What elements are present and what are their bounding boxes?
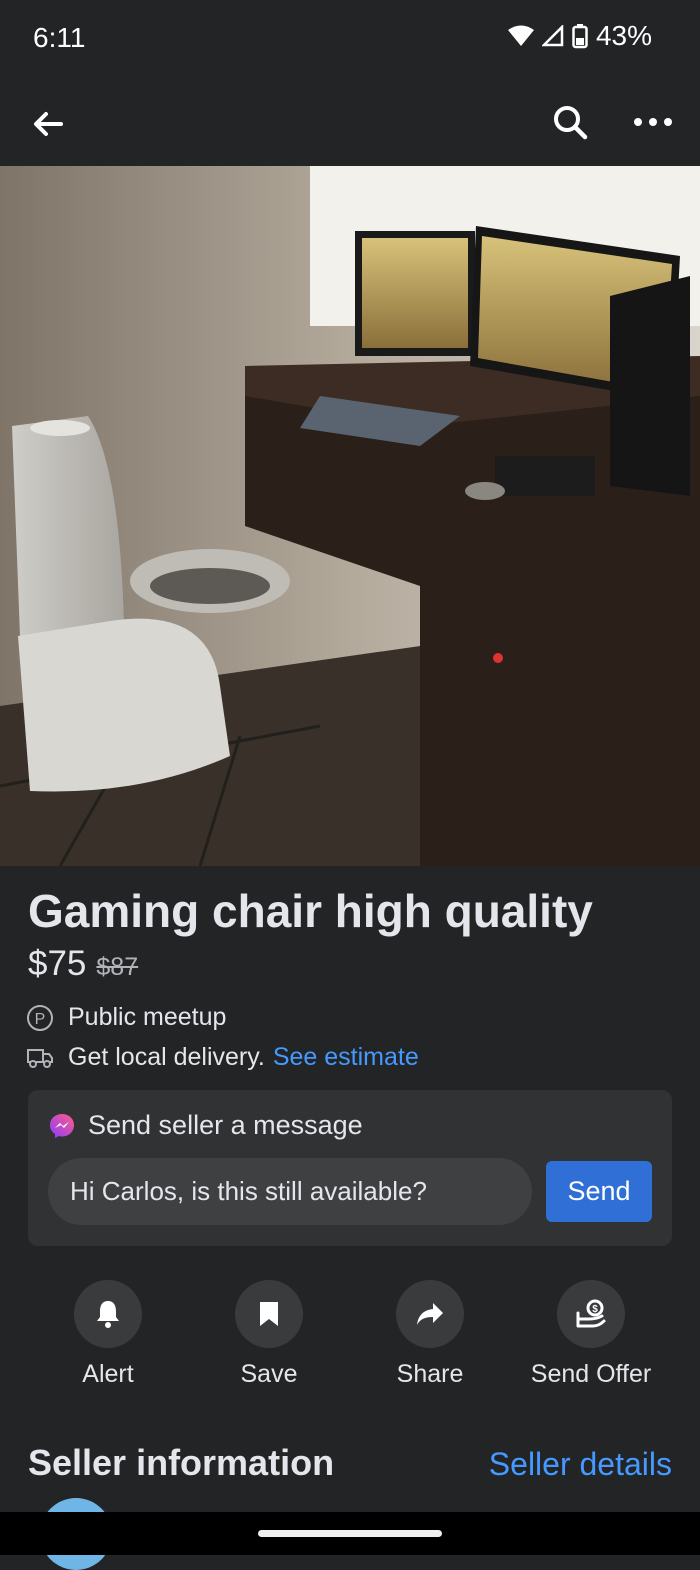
message-header-label: Send seller a message bbox=[88, 1110, 363, 1140]
home-gesture-handle[interactable] bbox=[258, 1530, 442, 1537]
price-row: $75 $87 bbox=[28, 944, 138, 984]
wifi-icon bbox=[507, 25, 534, 46]
send-offer-label: Send Offer bbox=[530, 1360, 652, 1388]
status-time: 6:11 bbox=[33, 22, 86, 53]
bookmark-icon bbox=[260, 1302, 278, 1326]
offer-hand-icon: $ bbox=[576, 1299, 606, 1328]
see-estimate-link[interactable]: See estimate bbox=[273, 1043, 419, 1072]
system-nav-bar bbox=[0, 1512, 700, 1555]
message-input-value: Hi Carlos, is this still available? bbox=[70, 1176, 427, 1206]
messenger-icon bbox=[50, 1113, 74, 1138]
save-circle bbox=[235, 1280, 303, 1348]
listing-price: $75 bbox=[28, 944, 87, 983]
meetup-row: P Public meetup bbox=[26, 1003, 226, 1032]
svg-text:P: P bbox=[35, 1011, 46, 1028]
send-button[interactable]: Send bbox=[546, 1161, 652, 1222]
share-label: Share bbox=[396, 1360, 464, 1388]
listing-photo[interactable] bbox=[0, 166, 700, 866]
battery-icon bbox=[572, 24, 588, 49]
alert-label: Alert bbox=[82, 1360, 134, 1388]
status-icons: 43% bbox=[507, 20, 652, 52]
send-offer-button[interactable]: $ Send Offer bbox=[511, 1280, 671, 1389]
meetup-label: Public meetup bbox=[68, 1003, 227, 1031]
original-price: $87 bbox=[96, 953, 139, 981]
listing-title: Gaming chair high quality bbox=[28, 885, 593, 937]
alert-circle bbox=[74, 1280, 142, 1348]
more-button[interactable] bbox=[630, 100, 676, 144]
message-card: Send seller a message Hi Carlos, is this… bbox=[28, 1090, 672, 1246]
back-button[interactable] bbox=[28, 104, 68, 144]
more-horizontal-icon bbox=[634, 118, 672, 126]
share-button[interactable]: Share bbox=[350, 1280, 510, 1389]
status-bar: 6:11 43% bbox=[0, 0, 700, 80]
search-icon bbox=[554, 106, 588, 140]
seller-info-heading: Seller information bbox=[28, 1442, 335, 1483]
share-circle bbox=[396, 1280, 464, 1348]
delivery-row: Get local delivery. See estimate bbox=[26, 1043, 419, 1072]
delivery-truck-icon bbox=[27, 1048, 53, 1068]
top-bar bbox=[0, 80, 700, 166]
svg-text:$: $ bbox=[592, 1304, 598, 1315]
save-label: Save bbox=[240, 1360, 298, 1388]
signal-icon bbox=[541, 25, 564, 47]
listing-photo-illustration bbox=[0, 166, 700, 866]
share-arrow-icon bbox=[417, 1303, 443, 1325]
alert-button[interactable]: Alert bbox=[28, 1280, 188, 1389]
bell-icon bbox=[97, 1301, 119, 1328]
send-offer-circle: $ bbox=[557, 1280, 625, 1348]
delivery-label: Get local delivery. bbox=[68, 1043, 265, 1071]
parking-icon: P bbox=[27, 1004, 53, 1031]
message-input[interactable]: Hi Carlos, is this still available? bbox=[48, 1158, 532, 1225]
battery-percent: 43% bbox=[595, 20, 652, 51]
seller-details-link[interactable]: Seller details bbox=[489, 1446, 672, 1483]
action-bar: Alert Save Share $ Send Offer bbox=[0, 1280, 700, 1390]
save-button[interactable]: Save bbox=[189, 1280, 349, 1389]
search-button[interactable] bbox=[548, 100, 592, 144]
arrow-left-icon bbox=[34, 112, 63, 136]
message-header: Send seller a message bbox=[48, 1110, 363, 1141]
